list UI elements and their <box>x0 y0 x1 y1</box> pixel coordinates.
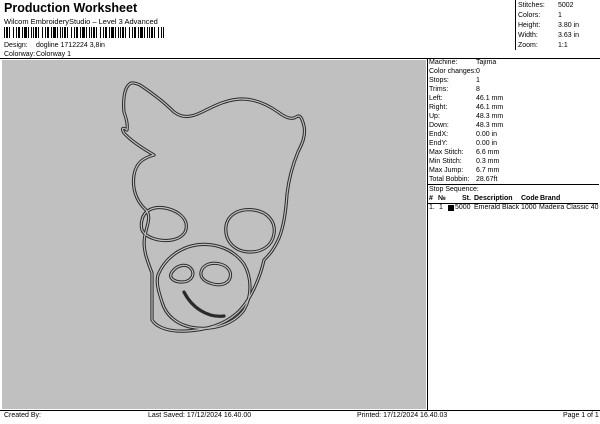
info-key: Up: <box>429 113 440 120</box>
info-key: Trims: <box>429 86 449 93</box>
header-rule <box>0 58 600 59</box>
info-value: 6.7 mm <box>476 167 500 174</box>
summary-value: 5002 <box>558 2 574 9</box>
info-key: Machine: <box>429 59 458 66</box>
summary-value: 3.63 in <box>558 32 580 39</box>
color-swatch <box>448 205 454 211</box>
summary-value: 1:1 <box>558 42 568 49</box>
side-divider <box>427 59 428 410</box>
design-value: dogline 1712224 3,8in <box>36 42 105 49</box>
info-key: Max Stitch: <box>429 149 464 156</box>
summary-key: Width: <box>518 32 538 39</box>
summary-key: Height: <box>518 22 541 29</box>
row-stitches: 5000 <box>455 204 471 211</box>
summary-value: 3.80 in <box>558 22 580 29</box>
footer-rule <box>0 410 600 411</box>
info-key: Left: <box>429 95 443 102</box>
summary-key: Stitches: <box>518 2 545 9</box>
row-description: Emerald Black <box>474 204 520 211</box>
dog-embroidery-design <box>120 81 307 333</box>
info-value: 8 <box>476 86 480 93</box>
info-value: 48.3 mm <box>476 122 504 129</box>
created-by: Created By: <box>4 412 41 419</box>
summary-key: Colors: <box>518 12 541 19</box>
summary-divider <box>515 0 516 50</box>
info-value: Tajima <box>476 59 497 66</box>
info-key: Down: <box>429 122 449 129</box>
info-key: EndY: <box>429 140 448 147</box>
row-no: 1 <box>439 204 443 211</box>
info-value: 0.00 in <box>476 140 498 147</box>
colorway-label: Colorway: <box>4 51 36 58</box>
barcode <box>4 27 164 38</box>
row-brand: Madeira Classic 40 <box>539 204 599 211</box>
col-code: Code <box>521 195 539 202</box>
info-key: Min Stitch: <box>429 158 462 165</box>
colorway-value: Colorway 1 <box>36 51 72 58</box>
stop-sequence-title: Stop Sequence: <box>429 186 479 193</box>
col-brand: Brand <box>540 195 561 202</box>
col-stitches: St. <box>462 195 471 202</box>
info-key: Stops: <box>429 77 449 84</box>
info-value: 46.1 mm <box>476 95 504 102</box>
summary-key: Zoom: <box>518 42 538 49</box>
info-value: 46.1 mm <box>476 104 504 111</box>
printed-date: Printed: 17/12/2024 16.40.03 <box>357 412 448 419</box>
info-key: Color changes: <box>429 68 477 75</box>
row-code: 1000 <box>521 204 537 211</box>
page-number: Page 1 of 1 <box>563 412 599 419</box>
info-value: 6.6 mm <box>476 149 500 156</box>
info-key: Right: <box>429 104 448 111</box>
worksheet-title: Production Worksheet <box>4 1 138 15</box>
info-value: 0 <box>476 68 480 75</box>
stop-sequence-rule <box>427 184 599 185</box>
info-value: 48.3 mm <box>476 113 504 120</box>
col-hash: # <box>429 195 433 202</box>
software-subtitle: Wilcom EmbroideryStudio – Level 3 Advanc… <box>4 17 158 26</box>
info-key: EndX: <box>429 131 449 138</box>
row-num: 1. <box>429 204 435 211</box>
col-no: № <box>438 195 446 202</box>
info-value: 0.3 mm <box>476 158 500 165</box>
design-canvas[interactable] <box>2 60 426 409</box>
info-value: 0.00 in <box>476 131 498 138</box>
info-value: 28.67ft <box>476 176 498 183</box>
last-saved: Last Saved: 17/12/2024 16.40.00 <box>148 412 252 419</box>
summary-value: 1 <box>558 12 562 19</box>
design-label: Design: <box>4 42 28 49</box>
info-key: Max Jump: <box>429 167 464 174</box>
col-description: Description <box>474 195 513 202</box>
info-key: Total Bobbin: <box>429 176 470 183</box>
info-value: 1 <box>476 77 480 84</box>
